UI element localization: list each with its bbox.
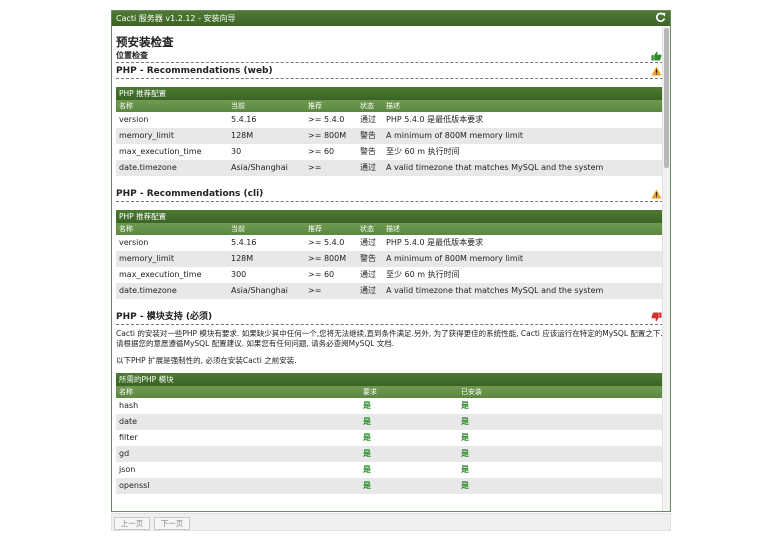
table-row: date.timezone Asia/Shanghai >= 通过 A vali… <box>116 283 663 299</box>
warning-icon <box>651 66 662 76</box>
col-name: 名称 <box>119 225 133 233</box>
table-row: max_execution_time 30 >= 60 警告 至少 60 m 执… <box>116 144 663 160</box>
col-current: 当前 <box>231 225 245 233</box>
wizard-footer: 上一页 下一页 <box>111 513 671 531</box>
section-php-web-title: PHP - Recommendations (web) <box>116 66 273 76</box>
page-title: 预安装检查 <box>116 35 174 49</box>
installer-window: Cacti 服务器 v1.2.12 - 安装向导 预安装检查 位置检查 PHP … <box>111 10 671 512</box>
main-content: 预安装检查 位置检查 PHP - Recommendations (web) P… <box>112 26 663 511</box>
col-status: 状态 <box>360 102 374 110</box>
table-row: hash 是 是 <box>116 398 663 414</box>
col-current: 当前 <box>231 102 245 110</box>
table-row: memory_limit 128M >= 800M 警告 A minimum o… <box>116 128 663 144</box>
section-php-cli-title: PHP - Recommendations (cli) <box>116 189 264 199</box>
column-headers: 名称 要求 已安装 <box>116 386 663 398</box>
col-description: 描述 <box>386 102 400 110</box>
scrollbar-thumb[interactable] <box>664 28 669 168</box>
window-title: Cacti 服务器 v1.2.12 - 安装向导 <box>116 14 236 23</box>
table-row: gd 是 是 <box>116 446 663 462</box>
panel-header: PHP 推荐配置 <box>116 210 663 223</box>
table-row: date 是 是 <box>116 414 663 430</box>
php-modules-table: 所需的PHP 模块 名称 要求 已安装 hash 是 是 date 是 是 fi… <box>116 373 663 494</box>
col-recommended: 推荐 <box>308 102 322 110</box>
col-required: 要求 <box>363 388 377 396</box>
previous-button[interactable]: 上一页 <box>114 517 150 530</box>
col-status: 状态 <box>360 225 374 233</box>
table-row: date.timezone Asia/Shanghai >= 通过 A vali… <box>116 160 663 176</box>
section-php-web-heading: PHP - Recommendations (web) <box>116 64 663 79</box>
thumbs-up-icon <box>651 51 662 61</box>
php-web-recommendations-table: PHP 推荐配置 名称 当前 推荐 状态 描述 version 5.4.16 >… <box>116 87 663 176</box>
table-row: openssl 是 是 <box>116 478 663 494</box>
warning-icon <box>651 189 662 199</box>
table-row: max_execution_time 300 >= 60 通过 至少 60 m … <box>116 267 663 283</box>
col-name: 名称 <box>119 388 133 396</box>
table-row: version 5.4.16 >= 5.4.0 通过 PHP 5.4.0 是最低… <box>116 112 663 128</box>
next-button[interactable]: 下一页 <box>154 517 190 530</box>
modules-note: 以下PHP 扩展是强制性的, 必须在安装Cacti 之前安装. <box>116 356 297 365</box>
col-name: 名称 <box>119 102 133 110</box>
col-description: 描述 <box>386 225 400 233</box>
vertical-scrollbar[interactable] <box>662 26 670 511</box>
window-titlebar: Cacti 服务器 v1.2.12 - 安装向导 <box>112 11 670 26</box>
location-check-row: 位置检查 <box>116 49 663 63</box>
section-php-modules-title: PHP - 模块支持 (必须) <box>116 312 213 322</box>
table-row: json 是 是 <box>116 462 663 478</box>
table-row: version 5.4.16 >= 5.4.0 通过 PHP 5.4.0 是最低… <box>116 235 663 251</box>
section-php-modules-heading: PHP - 模块支持 (必须) <box>116 310 663 325</box>
php-cli-recommendations-table: PHP 推荐配置 名称 当前 推荐 状态 描述 version 5.4.16 >… <box>116 210 663 299</box>
col-installed: 已安装 <box>461 388 482 396</box>
panel-header: PHP 推荐配置 <box>116 87 663 100</box>
table-row: memory_limit 128M >= 800M 警告 A minimum o… <box>116 251 663 267</box>
column-headers: 名称 当前 推荐 状态 描述 <box>116 223 663 235</box>
column-headers: 名称 当前 推荐 状态 描述 <box>116 100 663 112</box>
thumbs-down-icon <box>651 312 662 322</box>
modules-description: Cacti 的安装对一些PHP 模块有要求. 如果缺少其中任何一个,您将无法继续… <box>116 329 663 348</box>
panel-header: 所需的PHP 模块 <box>116 373 663 386</box>
location-check-label: 位置检查 <box>116 51 148 60</box>
table-row: filter 是 是 <box>116 430 663 446</box>
section-php-cli-heading: PHP - Recommendations (cli) <box>116 187 663 202</box>
col-recommended: 推荐 <box>308 225 322 233</box>
refresh-icon[interactable] <box>655 12 666 23</box>
